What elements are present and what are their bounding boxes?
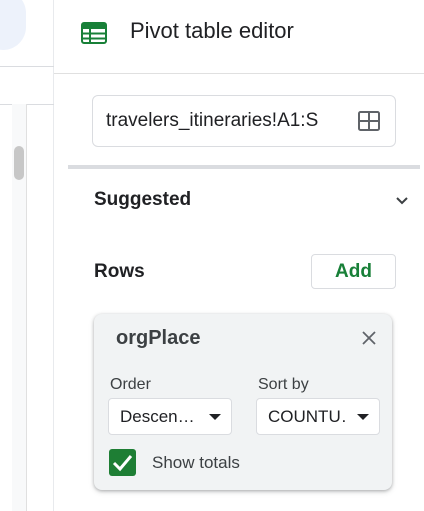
suggested-label[interactable]: Suggested bbox=[94, 189, 191, 211]
rows-label: Rows bbox=[94, 261, 145, 282]
dropdown-arrow-icon bbox=[357, 414, 369, 420]
sheet-area bbox=[0, 0, 54, 511]
chevron-down-icon[interactable] bbox=[394, 193, 410, 209]
close-icon[interactable] bbox=[361, 330, 377, 346]
show-totals-label[interactable]: Show totals bbox=[152, 453, 240, 473]
header-divider bbox=[54, 73, 424, 74]
sheets-table-icon bbox=[81, 22, 107, 44]
grid-select-icon[interactable] bbox=[357, 110, 381, 132]
data-range-value[interactable]: travelers_itineraries!A1:S bbox=[106, 110, 338, 132]
data-range-input[interactable]: travelers_itineraries!A1:S bbox=[92, 95, 396, 147]
show-totals-checkbox[interactable] bbox=[109, 449, 136, 476]
pivot-editor-panel: Pivot table editor travelers_itineraries… bbox=[54, 0, 424, 511]
sheet-grid-line bbox=[0, 104, 54, 105]
row-field-card: orgPlace Order Sort by Descen… COUNTU… S… bbox=[94, 314, 392, 490]
check-icon bbox=[112, 455, 133, 472]
order-select[interactable]: Descen… bbox=[108, 398, 232, 435]
panel-header: Pivot table editor bbox=[54, 0, 424, 66]
add-row-button[interactable]: Add bbox=[311, 254, 396, 289]
order-label: Order bbox=[110, 376, 151, 393]
sheet-scrollbar-thumb[interactable] bbox=[14, 146, 24, 180]
row-field-name: orgPlace bbox=[116, 327, 201, 349]
section-divider bbox=[68, 165, 420, 169]
sortby-select[interactable]: COUNTU… bbox=[256, 398, 380, 435]
dropdown-arrow-icon bbox=[209, 414, 221, 420]
order-select-value: Descen… bbox=[120, 407, 195, 426]
sortby-select-value: COUNTU… bbox=[268, 407, 348, 426]
panel-title: Pivot table editor bbox=[130, 18, 294, 43]
app-root: Pivot table editor travelers_itineraries… bbox=[0, 0, 424, 511]
sortby-label: Sort by bbox=[258, 376, 309, 393]
sheet-corner-shape bbox=[0, 0, 26, 50]
sheet-divider bbox=[0, 66, 54, 67]
